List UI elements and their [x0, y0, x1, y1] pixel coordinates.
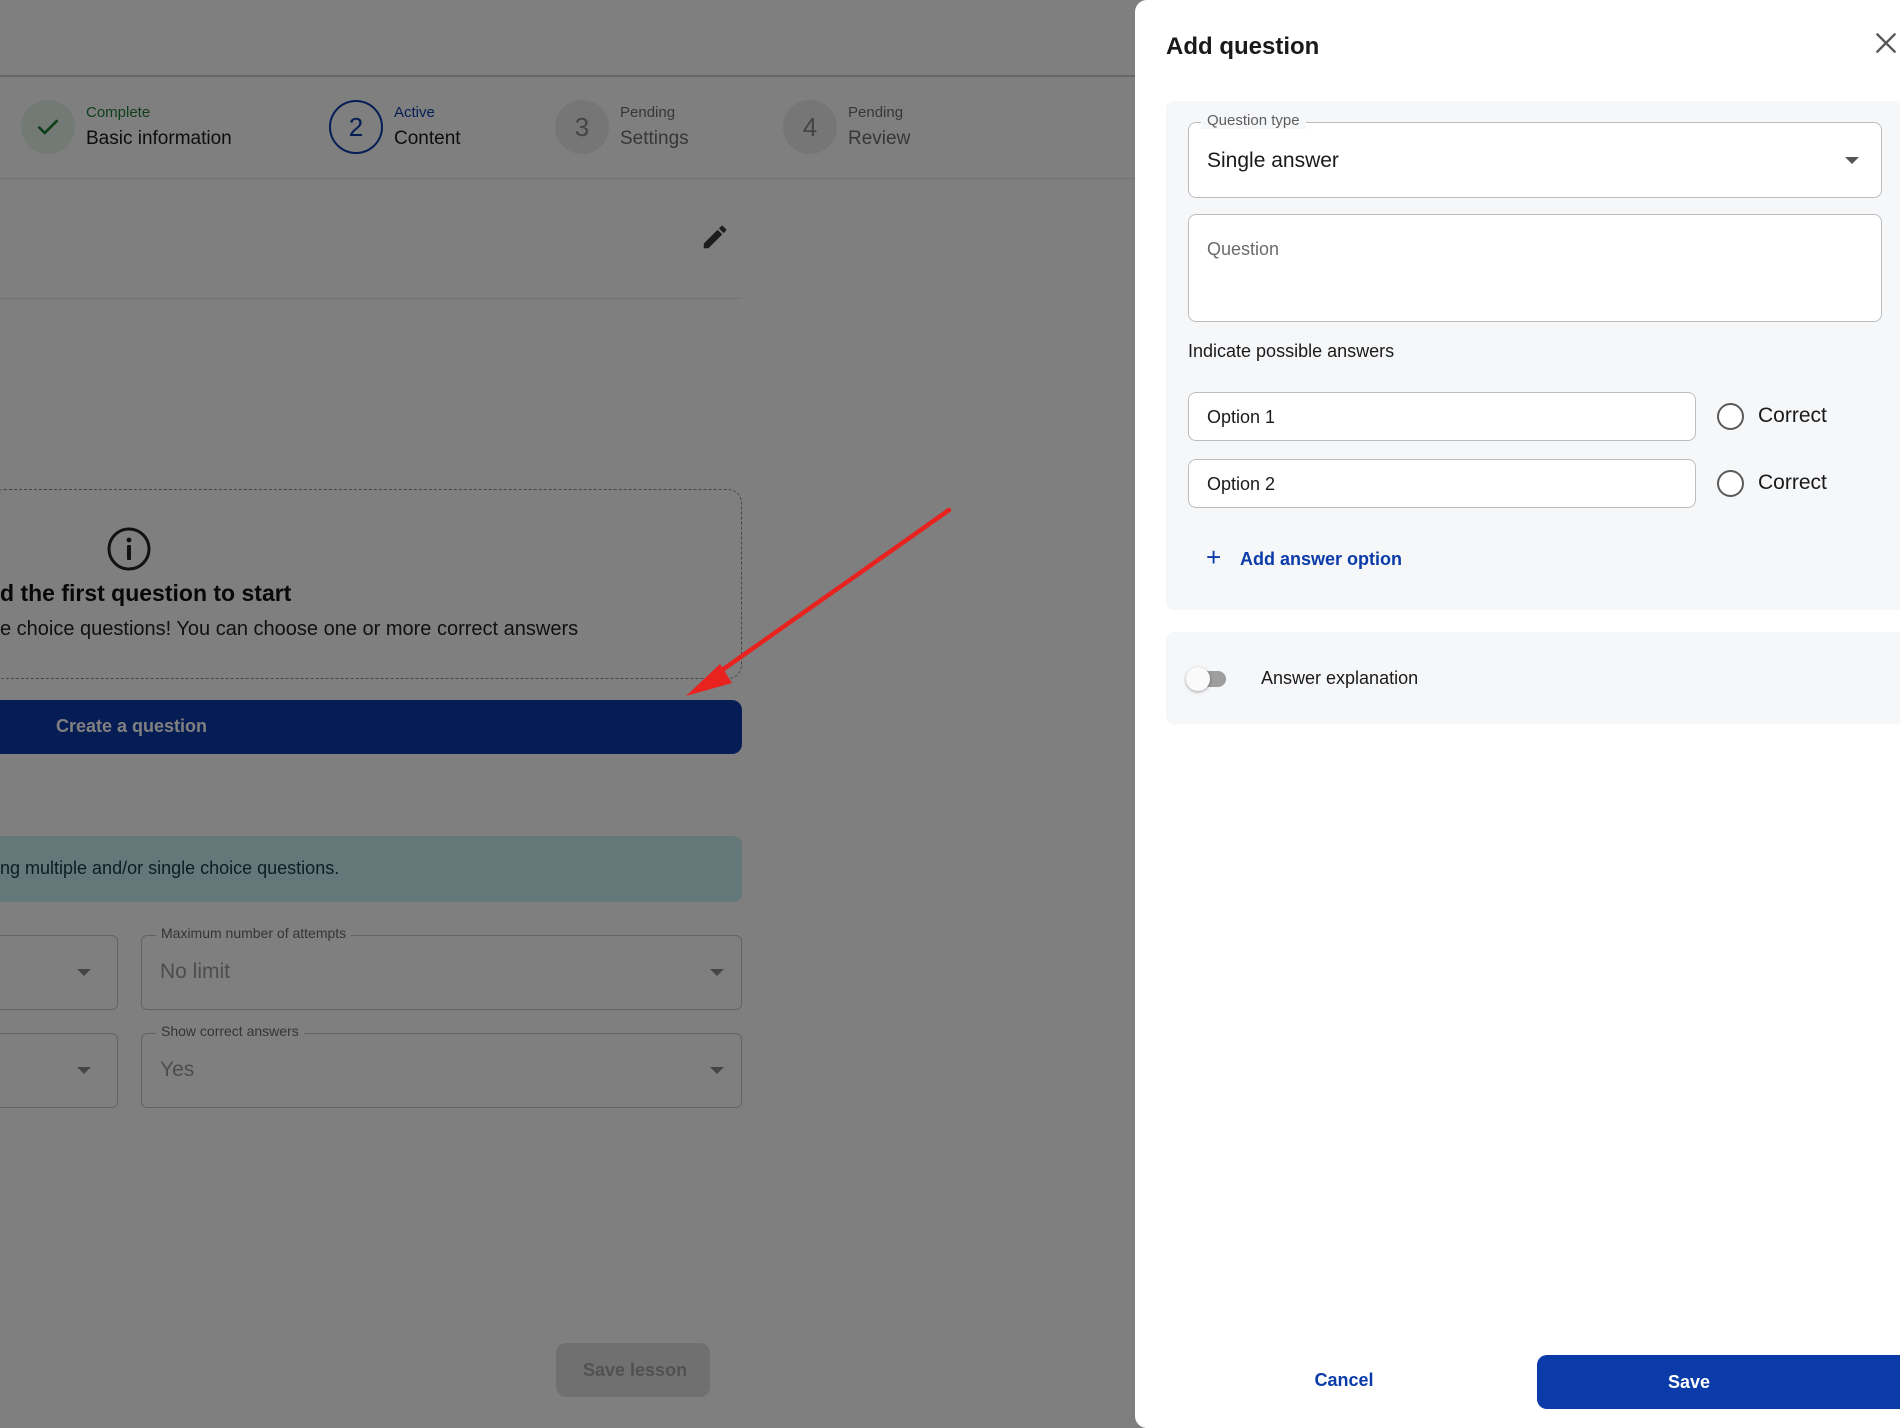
answer-option-input-2[interactable]: Option 2	[1188, 459, 1696, 508]
explanation-card: Answer explanation	[1166, 632, 1900, 724]
answer-explanation-label: Answer explanation	[1261, 668, 1419, 688]
question-type-label: Question type	[1201, 112, 1306, 129]
question-input[interactable]: Question	[1188, 214, 1882, 322]
plus-icon: +	[1206, 542, 1222, 572]
answer-option-value: Option 1	[1207, 407, 1276, 427]
question-card: Question type Single answer Question Ind…	[1166, 101, 1900, 610]
correct-radio-1[interactable]	[1717, 403, 1744, 430]
answer-option-input-1[interactable]: Option 1	[1188, 392, 1696, 441]
answer-option-value: Option 2	[1207, 474, 1276, 494]
question-type-select[interactable]: Question type Single answer	[1188, 112, 1882, 198]
answer-explanation-toggle[interactable]	[1186, 667, 1230, 691]
save-button[interactable]: Save	[1537, 1355, 1900, 1409]
annotation-arrow	[686, 507, 952, 696]
drawer-title: Add question	[1166, 33, 1320, 60]
add-question-drawer: Add question Question type Single answer…	[1135, 0, 1900, 1428]
close-icon[interactable]	[1873, 30, 1899, 56]
correct-radio-2[interactable]	[1717, 470, 1744, 497]
cancel-label: Cancel	[1314, 1370, 1374, 1390]
correct-label: Correct	[1758, 471, 1827, 494]
add-answer-option-label: Add answer option	[1240, 549, 1402, 569]
answers-label: Indicate possible answers	[1188, 341, 1395, 361]
question-placeholder: Question	[1207, 239, 1280, 259]
question-type-value: Single answer	[1207, 149, 1339, 172]
chevron-down-icon	[1845, 157, 1859, 164]
save-label: Save	[1667, 1372, 1711, 1392]
toggle-knob	[1186, 667, 1210, 691]
correct-label: Correct	[1758, 404, 1827, 427]
cancel-button[interactable]: Cancel	[1279, 1355, 1409, 1405]
